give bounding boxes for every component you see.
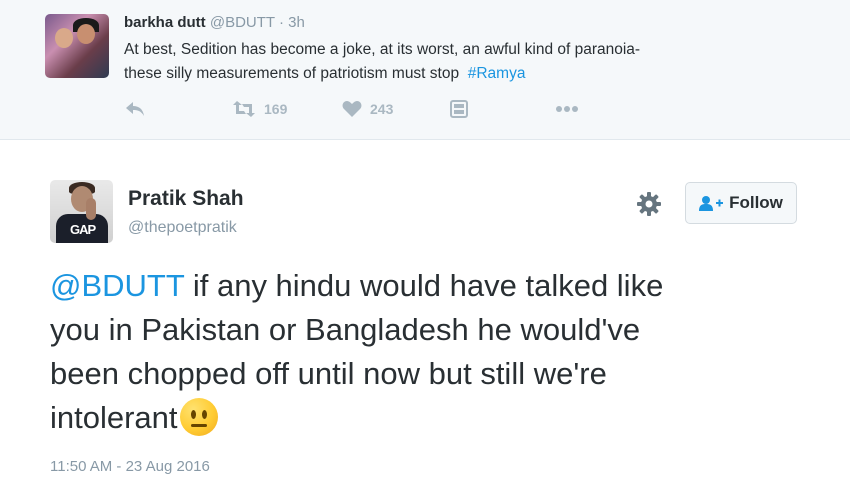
tweet-text: @BDUTT if any hindu would have talked li… (50, 264, 810, 440)
parent-text-line: At best, Sedition has become a joke, at … (124, 41, 641, 58)
parent-tweet-text: At best, Sedition has become a joke, at … (124, 38, 804, 86)
reply-icon (126, 102, 144, 116)
tweet-timestamp[interactable]: 11:50 AM - 23 Aug 2016 (50, 458, 210, 475)
tweet-text-span: if any hindu would have talked like (184, 268, 664, 303)
author-name[interactable]: Pratik Shah (128, 187, 244, 211)
parent-tweet-time[interactable]: 3h (288, 14, 305, 31)
author-avatar[interactable]: GAP (50, 180, 113, 243)
tweet-text-line: intolerant (50, 396, 810, 440)
parent-avatar[interactable] (45, 14, 109, 78)
parent-tweet-actions: 169 243 (124, 100, 604, 122)
tweet-text-span: intolerant (50, 400, 178, 435)
parent-tweet[interactable]: barkha dutt @BDUTT · 3h At best, Seditio… (0, 0, 850, 140)
follow-label: Follow (729, 193, 783, 212)
parent-text-line: these silly measurements of patriotism m… (124, 62, 804, 86)
media-button[interactable] (450, 100, 468, 118)
parent-author-name[interactable]: barkha dutt (124, 14, 206, 31)
retweet-count: 169 (264, 101, 288, 117)
more-button[interactable] (554, 100, 580, 118)
parent-tweet-header: barkha dutt @BDUTT · 3h (124, 14, 305, 31)
reply-button[interactable] (124, 100, 146, 118)
tweet-text-line: you in Pakistan or Bangladesh he would'v… (50, 312, 641, 347)
parent-text-span: these silly measurements of patriotism m… (124, 65, 460, 82)
retweet-icon (233, 101, 255, 117)
follow-user-icon (699, 196, 724, 211)
like-button[interactable]: 243 (342, 100, 393, 118)
gear-icon[interactable] (636, 191, 662, 217)
follow-button[interactable]: Follow (685, 182, 797, 224)
neutral-face-emoji-icon (179, 398, 218, 436)
mention-link[interactable]: @BDUTT (50, 268, 184, 303)
parent-author-handle[interactable]: @BDUTT (210, 14, 275, 31)
like-count: 243 (370, 101, 394, 117)
tweet-text-line: been chopped off until now but still we'… (50, 356, 607, 391)
hashtag-link[interactable]: #Ramya (468, 65, 526, 82)
retweet-button[interactable]: 169 (232, 100, 287, 118)
separator-dot: · (278, 14, 284, 31)
heart-icon (342, 101, 362, 117)
more-icon (556, 106, 578, 112)
tweet-text-line: @BDUTT if any hindu would have talked li… (50, 264, 810, 308)
author-handle[interactable]: @thepoetpratik (128, 219, 237, 237)
media-icon (450, 100, 468, 118)
